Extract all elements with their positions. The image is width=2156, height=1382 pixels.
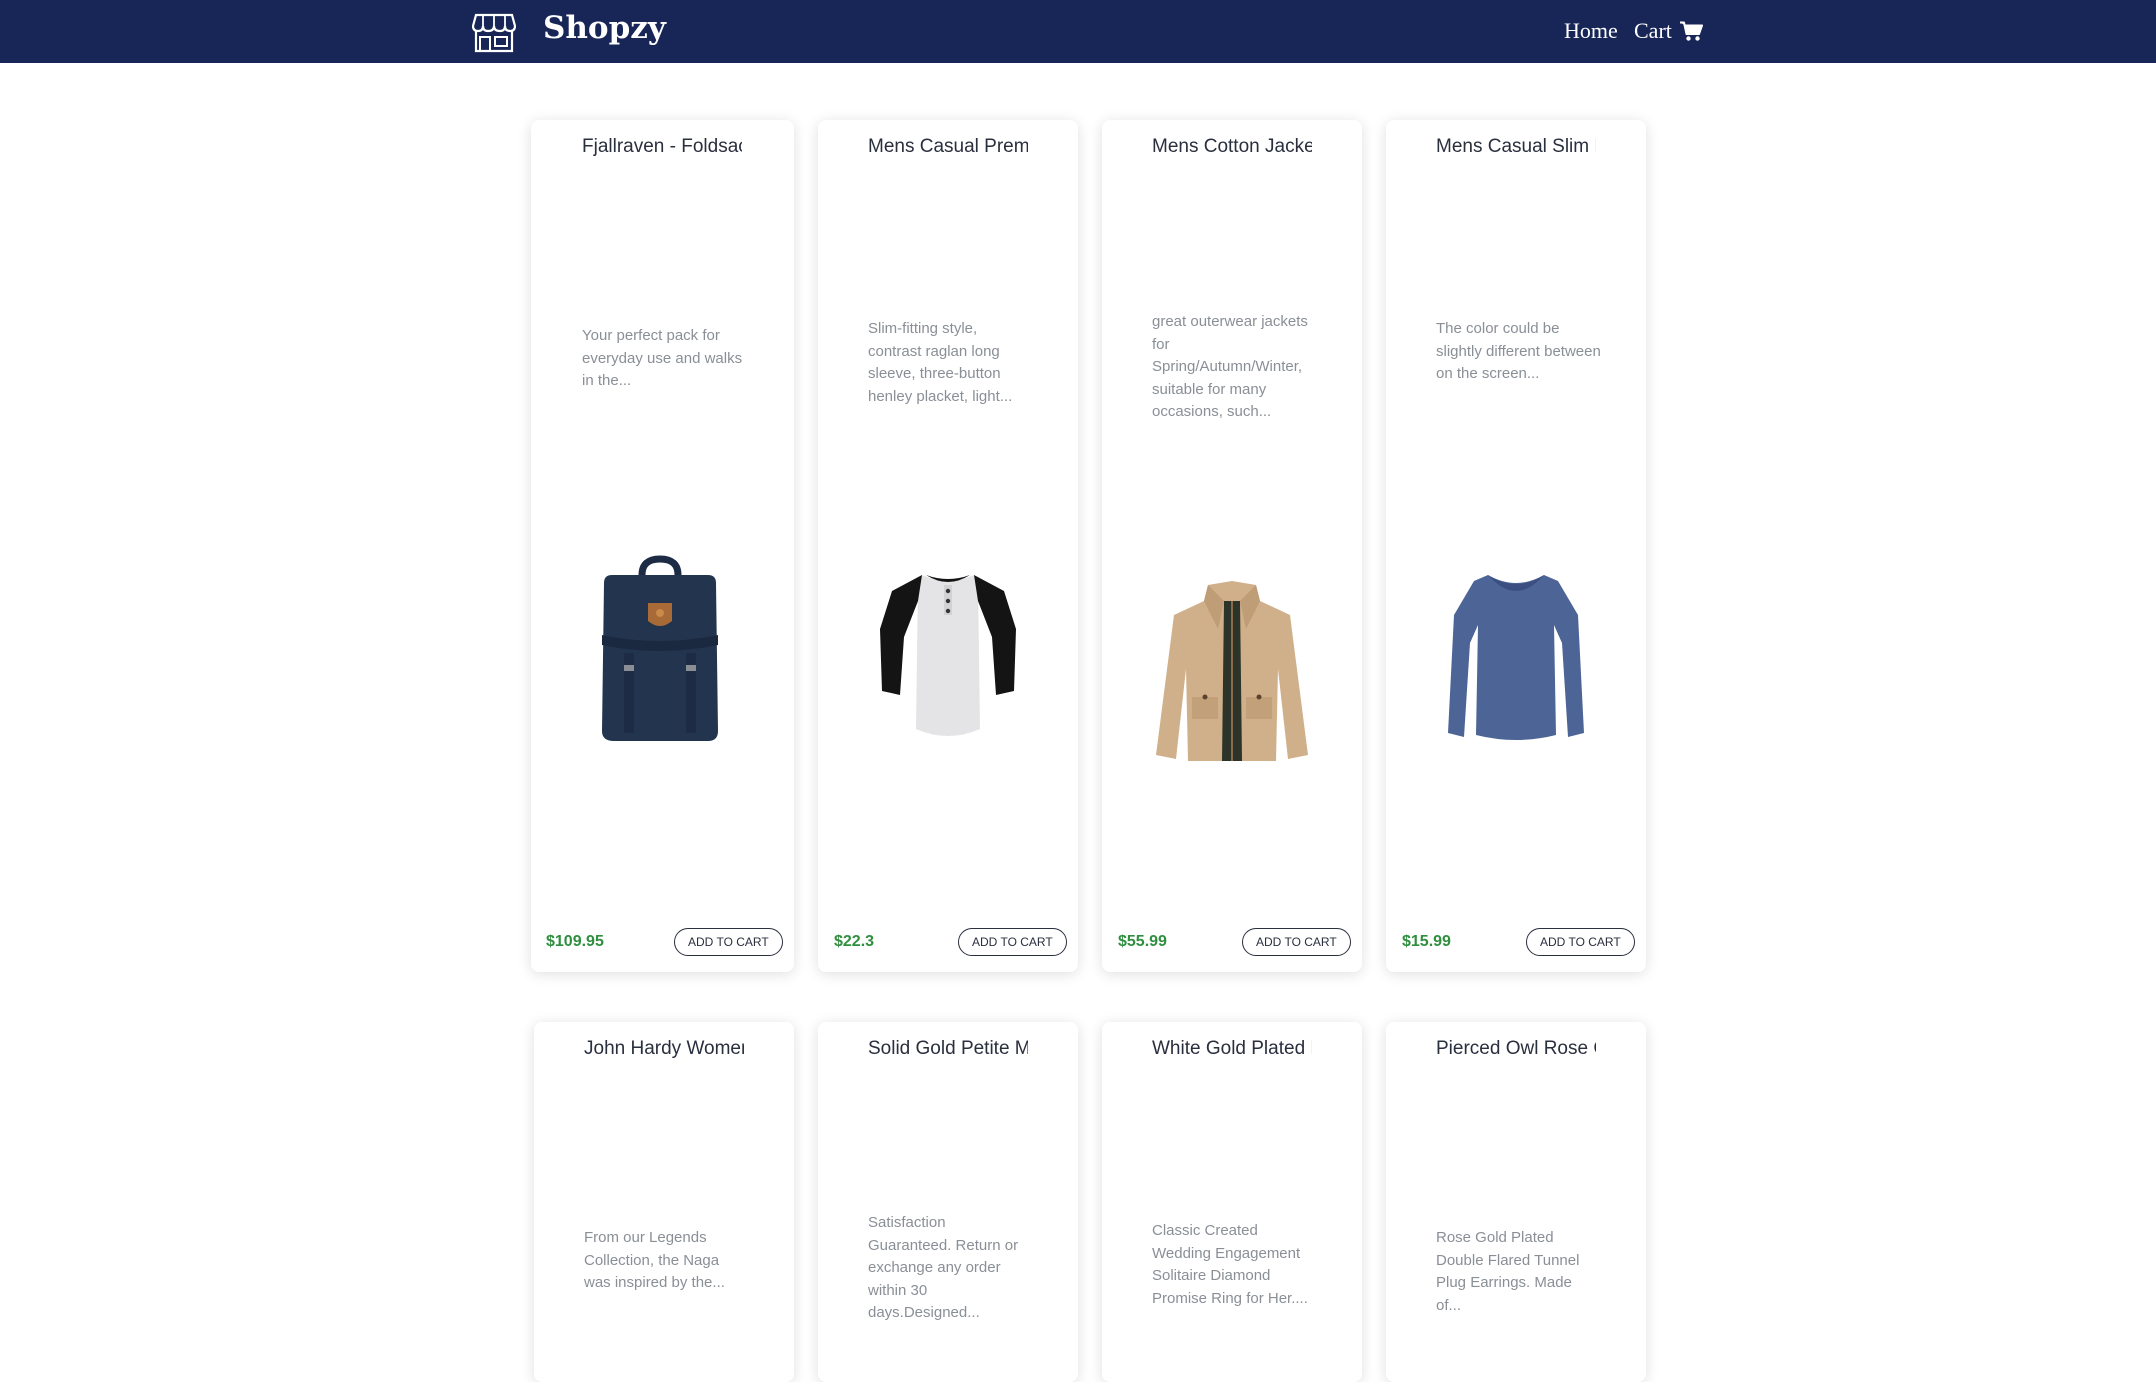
product-card[interactable]: Mens Casual Premium Slim Fit T-Shirts Sl… [818,120,1078,972]
brand-name[interactable]: Shopzy [543,10,666,46]
product-title: Fjallraven - Foldsack No. 1 Backpack, Fi… [582,136,742,157]
cart-icon[interactable] [1680,21,1703,42]
product-description: great outerwear jackets for Spring/Autum… [1152,313,1308,420]
product-description: Your perfect pack for everyday use and w… [582,327,743,389]
product-card[interactable]: Mens Casual Slim Fit The color could be … [1386,120,1646,972]
add-to-cart-button[interactable]: ADD TO CART [1242,928,1351,956]
add-to-cart-button[interactable]: ADD TO CART [1526,928,1635,956]
product-card[interactable]: White Gold Plated Princess Classic Creat… [1102,1022,1362,1382]
product-price: $22.3 [834,933,875,950]
product-title: Mens Casual Slim Fit [1436,136,1596,157]
product-title: White Gold Plated Princess [1152,1038,1312,1059]
product-title: John Hardy Women's Legends Naga [584,1038,744,1059]
store-icon[interactable] [472,13,516,53]
product-title: Pierced Owl Rose Gold Plated [1436,1038,1596,1059]
product-description: The color could be slightly different be… [1436,320,1601,382]
add-to-cart-button[interactable]: ADD TO CART [674,928,783,956]
product-card[interactable]: Solid Gold Petite Micropave Satisfaction… [818,1022,1078,1382]
nav-home-link[interactable]: Home [1564,18,1618,44]
backpack-image[interactable] [590,555,730,755]
product-card[interactable]: Mens Cotton Jacket great outerwear jacke… [1102,120,1362,972]
navbar: Shopzy Home Cart [0,0,2156,63]
product-price: $109.95 [546,933,604,950]
add-to-cart-button[interactable]: ADD TO CART [958,928,1067,956]
product-description: Satisfaction Guaranteed. Return or excha… [868,1214,1019,1321]
jacket-image[interactable] [1152,577,1312,767]
nav-cart-link[interactable]: Cart [1634,18,1672,44]
product-title: Mens Cotton Jacket [1152,136,1312,157]
product-title: Solid Gold Petite Micropave [868,1038,1028,1059]
product-description: Rose Gold Plated Double Flared Tunnel Pl… [1436,1229,1580,1314]
product-title: Mens Casual Premium Slim Fit T-Shirts [868,136,1028,157]
product-price: $55.99 [1118,933,1167,950]
product-description: Classic Created Wedding Engagement Solit… [1152,1222,1308,1307]
longsleeve-image[interactable] [1446,563,1586,753]
product-price: $15.99 [1402,933,1451,950]
product-description: Slim-fitting style, contrast raglan long… [868,320,1013,405]
raglan-shirt-image[interactable] [878,561,1018,751]
product-card[interactable]: Fjallraven - Foldsack No. 1 Backpack, Fi… [531,120,794,972]
product-card[interactable]: Pierced Owl Rose Gold Plated Rose Gold P… [1386,1022,1646,1382]
product-card[interactable]: John Hardy Women's Legends Naga From our… [534,1022,794,1382]
product-description: From our Legends Collection, the Naga wa… [584,1229,725,1291]
